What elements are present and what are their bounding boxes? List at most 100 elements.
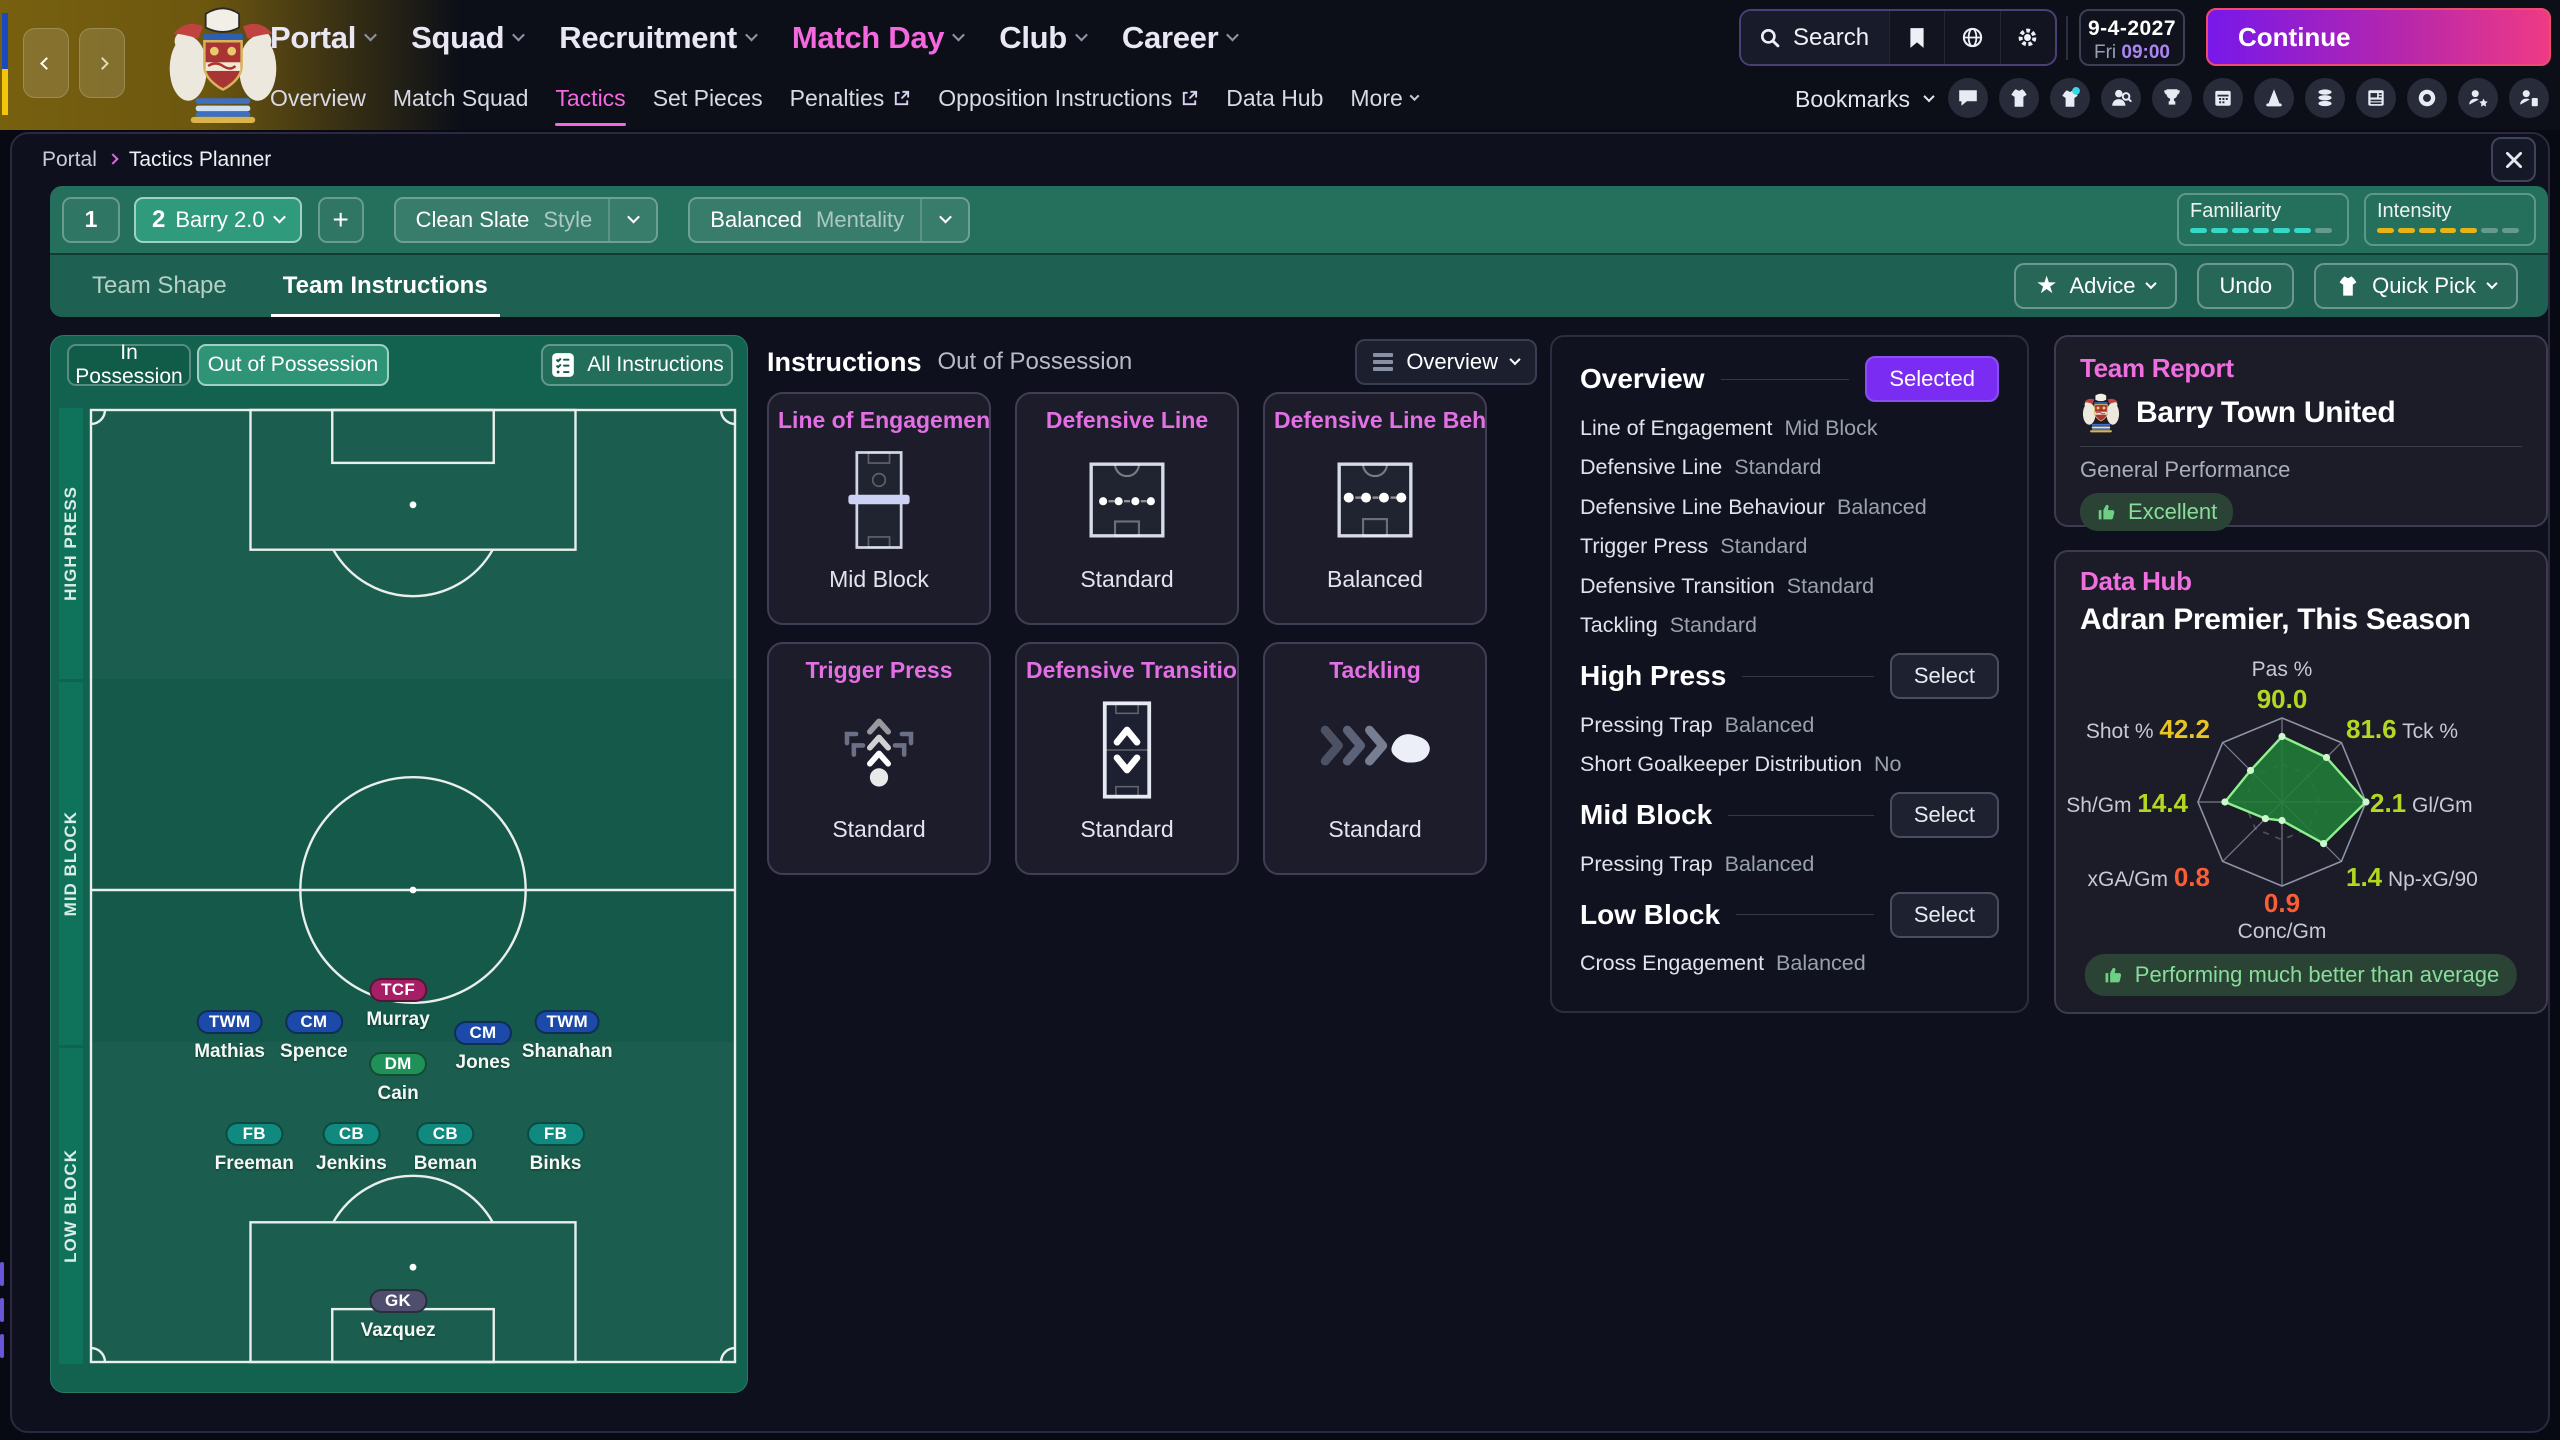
subtab-data-hub[interactable]: Data Hub: [1226, 85, 1323, 116]
player-jenkins[interactable]: CB Jenkins: [316, 1121, 387, 1175]
out-of-possession-tab[interactable]: Out of Possession: [197, 344, 389, 386]
tactic-slot-1-button[interactable]: 1: [62, 196, 120, 243]
undo-button[interactable]: Undo: [2197, 263, 2295, 309]
card-value: Standard: [832, 816, 926, 842]
card-defensive-line[interactable]: Defensive Line Standard: [1015, 392, 1239, 625]
mentality-dropdown[interactable]: Balanced Mentality: [688, 196, 971, 243]
star-icon: ★: [2035, 272, 2058, 299]
subtab-opposition-instructions[interactable]: Opposition Instructions: [938, 85, 1199, 116]
nav-back-button[interactable]: [23, 28, 69, 98]
player-freeman[interactable]: FB Freeman: [215, 1121, 294, 1175]
subtab-more[interactable]: More: [1350, 85, 1420, 116]
tactics-planner-panel: Portal Tactics Planner 1 2 Barry 2.0 + C…: [10, 132, 2550, 1433]
team-report-card[interactable]: Team Report Barry Town United General Pe…: [2054, 335, 2548, 531]
menu-career[interactable]: Career: [1122, 20, 1240, 56]
role-pill-tcf: TCF: [369, 978, 428, 1003]
card-title: Defensive Transition: [1026, 657, 1237, 683]
shirt-icon[interactable]: [1999, 78, 2039, 118]
player-jones[interactable]: CM Jones: [453, 1021, 512, 1074]
globe-icon: [1962, 27, 1983, 48]
cone-icon[interactable]: [2254, 78, 2294, 118]
menu-club[interactable]: Club: [999, 20, 1088, 56]
settings-button[interactable]: [1999, 11, 2055, 64]
mid-block-select-button[interactable]: Select: [1889, 792, 1999, 838]
breadcrumb-portal[interactable]: Portal: [42, 148, 97, 172]
pitch-markings: [89, 408, 737, 1364]
all-instructions-button[interactable]: All Instructions: [541, 344, 733, 386]
tab-team-instructions[interactable]: Team Instructions: [270, 255, 500, 317]
data-hub-card[interactable]: Data Hub Adran Premier, This Season Pas …: [2054, 550, 2548, 1014]
player-murray[interactable]: TCF Murray: [366, 978, 430, 1031]
nav-forward-button[interactable]: [79, 28, 125, 98]
chat-icon[interactable]: [1948, 78, 1988, 118]
thumbs-up-icon: [2098, 504, 2115, 520]
view-dropdown[interactable]: Overview: [1355, 339, 1537, 385]
list-view-icon: [1373, 353, 1394, 371]
player-binks[interactable]: FB Binks: [526, 1121, 585, 1175]
tactics-pitch[interactable]: TCF Murray TWM Mathias CM Spence CM Jone…: [89, 408, 737, 1364]
world-button[interactable]: [1944, 11, 1999, 64]
card-line-of-engagement[interactable]: Line of Engagement Mid Block: [767, 392, 991, 625]
player-mathias[interactable]: TWM Mathias: [194, 1009, 265, 1063]
continue-button[interactable]: Continue: [2206, 8, 2551, 66]
news-icon[interactable]: [2356, 78, 2396, 118]
tab-team-shape[interactable]: Team Shape: [80, 255, 239, 317]
rating-value: Excellent: [2128, 499, 2218, 524]
player-shanahan[interactable]: TWM Shanahan: [522, 1009, 613, 1063]
subtab-set-pieces[interactable]: Set Pieces: [653, 85, 763, 116]
game-date[interactable]: 9-4-2027 Fri 09:00: [2079, 9, 2185, 66]
trophy-icon[interactable]: [2152, 78, 2192, 118]
player-vazquez[interactable]: GK Vazquez: [361, 1288, 436, 1342]
subtab-penalties[interactable]: Penalties: [790, 85, 912, 116]
section-title: Low Block: [1580, 898, 1721, 930]
tactic-slot-2-button[interactable]: 2 Barry 2.0: [134, 196, 302, 243]
intensity-label: Intensity: [2377, 200, 2452, 222]
card-tackling[interactable]: Tackling Standard: [1263, 642, 1487, 875]
subtab-tactics[interactable]: Tactics: [555, 85, 626, 126]
low-block-select-button[interactable]: Select: [1889, 891, 1999, 938]
row-value: Balanced: [1837, 494, 1927, 519]
bookmarks-dropdown[interactable]: Bookmarks: [1795, 86, 1935, 113]
row-value: No: [1874, 752, 1902, 776]
defensive-line-icon: [1017, 434, 1237, 566]
tactic-name: Barry 2.0: [175, 206, 265, 232]
notes-button[interactable]: [1889, 11, 1944, 64]
menu-portal[interactable]: Portal: [270, 20, 377, 56]
player-beman[interactable]: CB Beman: [414, 1121, 477, 1175]
search-input[interactable]: Search: [1741, 11, 1889, 64]
calendar-icon[interactable]: [2203, 78, 2243, 118]
high-press-select-button[interactable]: Select: [1889, 653, 1999, 699]
menu-squad[interactable]: Squad: [411, 20, 526, 56]
add-tactic-button[interactable]: +: [317, 196, 364, 243]
badge-icon[interactable]: [2407, 78, 2447, 118]
familiarity-dashes: [2190, 228, 2336, 233]
advice-button[interactable]: ★ Advice: [2013, 263, 2178, 309]
card-defensive-line-behaviour[interactable]: Defensive Line Behaviour Balanced: [1263, 392, 1487, 625]
axis-value-pas: 90.0: [2256, 684, 2308, 714]
team-star-icon[interactable]: [2458, 78, 2498, 118]
menu-match-day[interactable]: Match Day: [792, 20, 966, 56]
card-defensive-transition[interactable]: Defensive Transition Standard: [1015, 642, 1239, 875]
card-trigger-press[interactable]: Trigger Press Standard: [767, 642, 991, 875]
instructions-title: Instructions: [767, 346, 922, 377]
in-possession-tab[interactable]: In Possession: [67, 341, 191, 388]
style-dropdown[interactable]: Clean Slate Style: [393, 196, 659, 243]
player-cain[interactable]: DM Cain: [369, 1051, 428, 1105]
scout-icon[interactable]: [2101, 78, 2141, 118]
close-button[interactable]: [2491, 137, 2536, 182]
subtab-match-squad[interactable]: Match Squad: [393, 85, 529, 116]
shirt-star-icon[interactable]: [2050, 78, 2090, 118]
overview-selected-button[interactable]: Selected: [1865, 356, 1999, 402]
team-card-icon[interactable]: [2509, 78, 2549, 118]
subtab-overview[interactable]: Overview: [270, 85, 366, 116]
coins-icon[interactable]: [2305, 78, 2345, 118]
general-performance-label: General Performance: [2080, 457, 2291, 482]
section-high-press: High Press Select: [1580, 653, 1999, 699]
intensity-dashes: [2377, 228, 2523, 233]
player-spence[interactable]: CM Spence: [280, 1009, 348, 1063]
divider: [1736, 914, 1874, 915]
quick-pick-button[interactable]: Quick Pick: [2314, 263, 2518, 309]
chevron-down-icon: [364, 28, 377, 41]
sub-menu: Overview Match Squad Tactics Set Pieces …: [270, 82, 1420, 126]
menu-recruitment[interactable]: Recruitment: [559, 20, 758, 56]
